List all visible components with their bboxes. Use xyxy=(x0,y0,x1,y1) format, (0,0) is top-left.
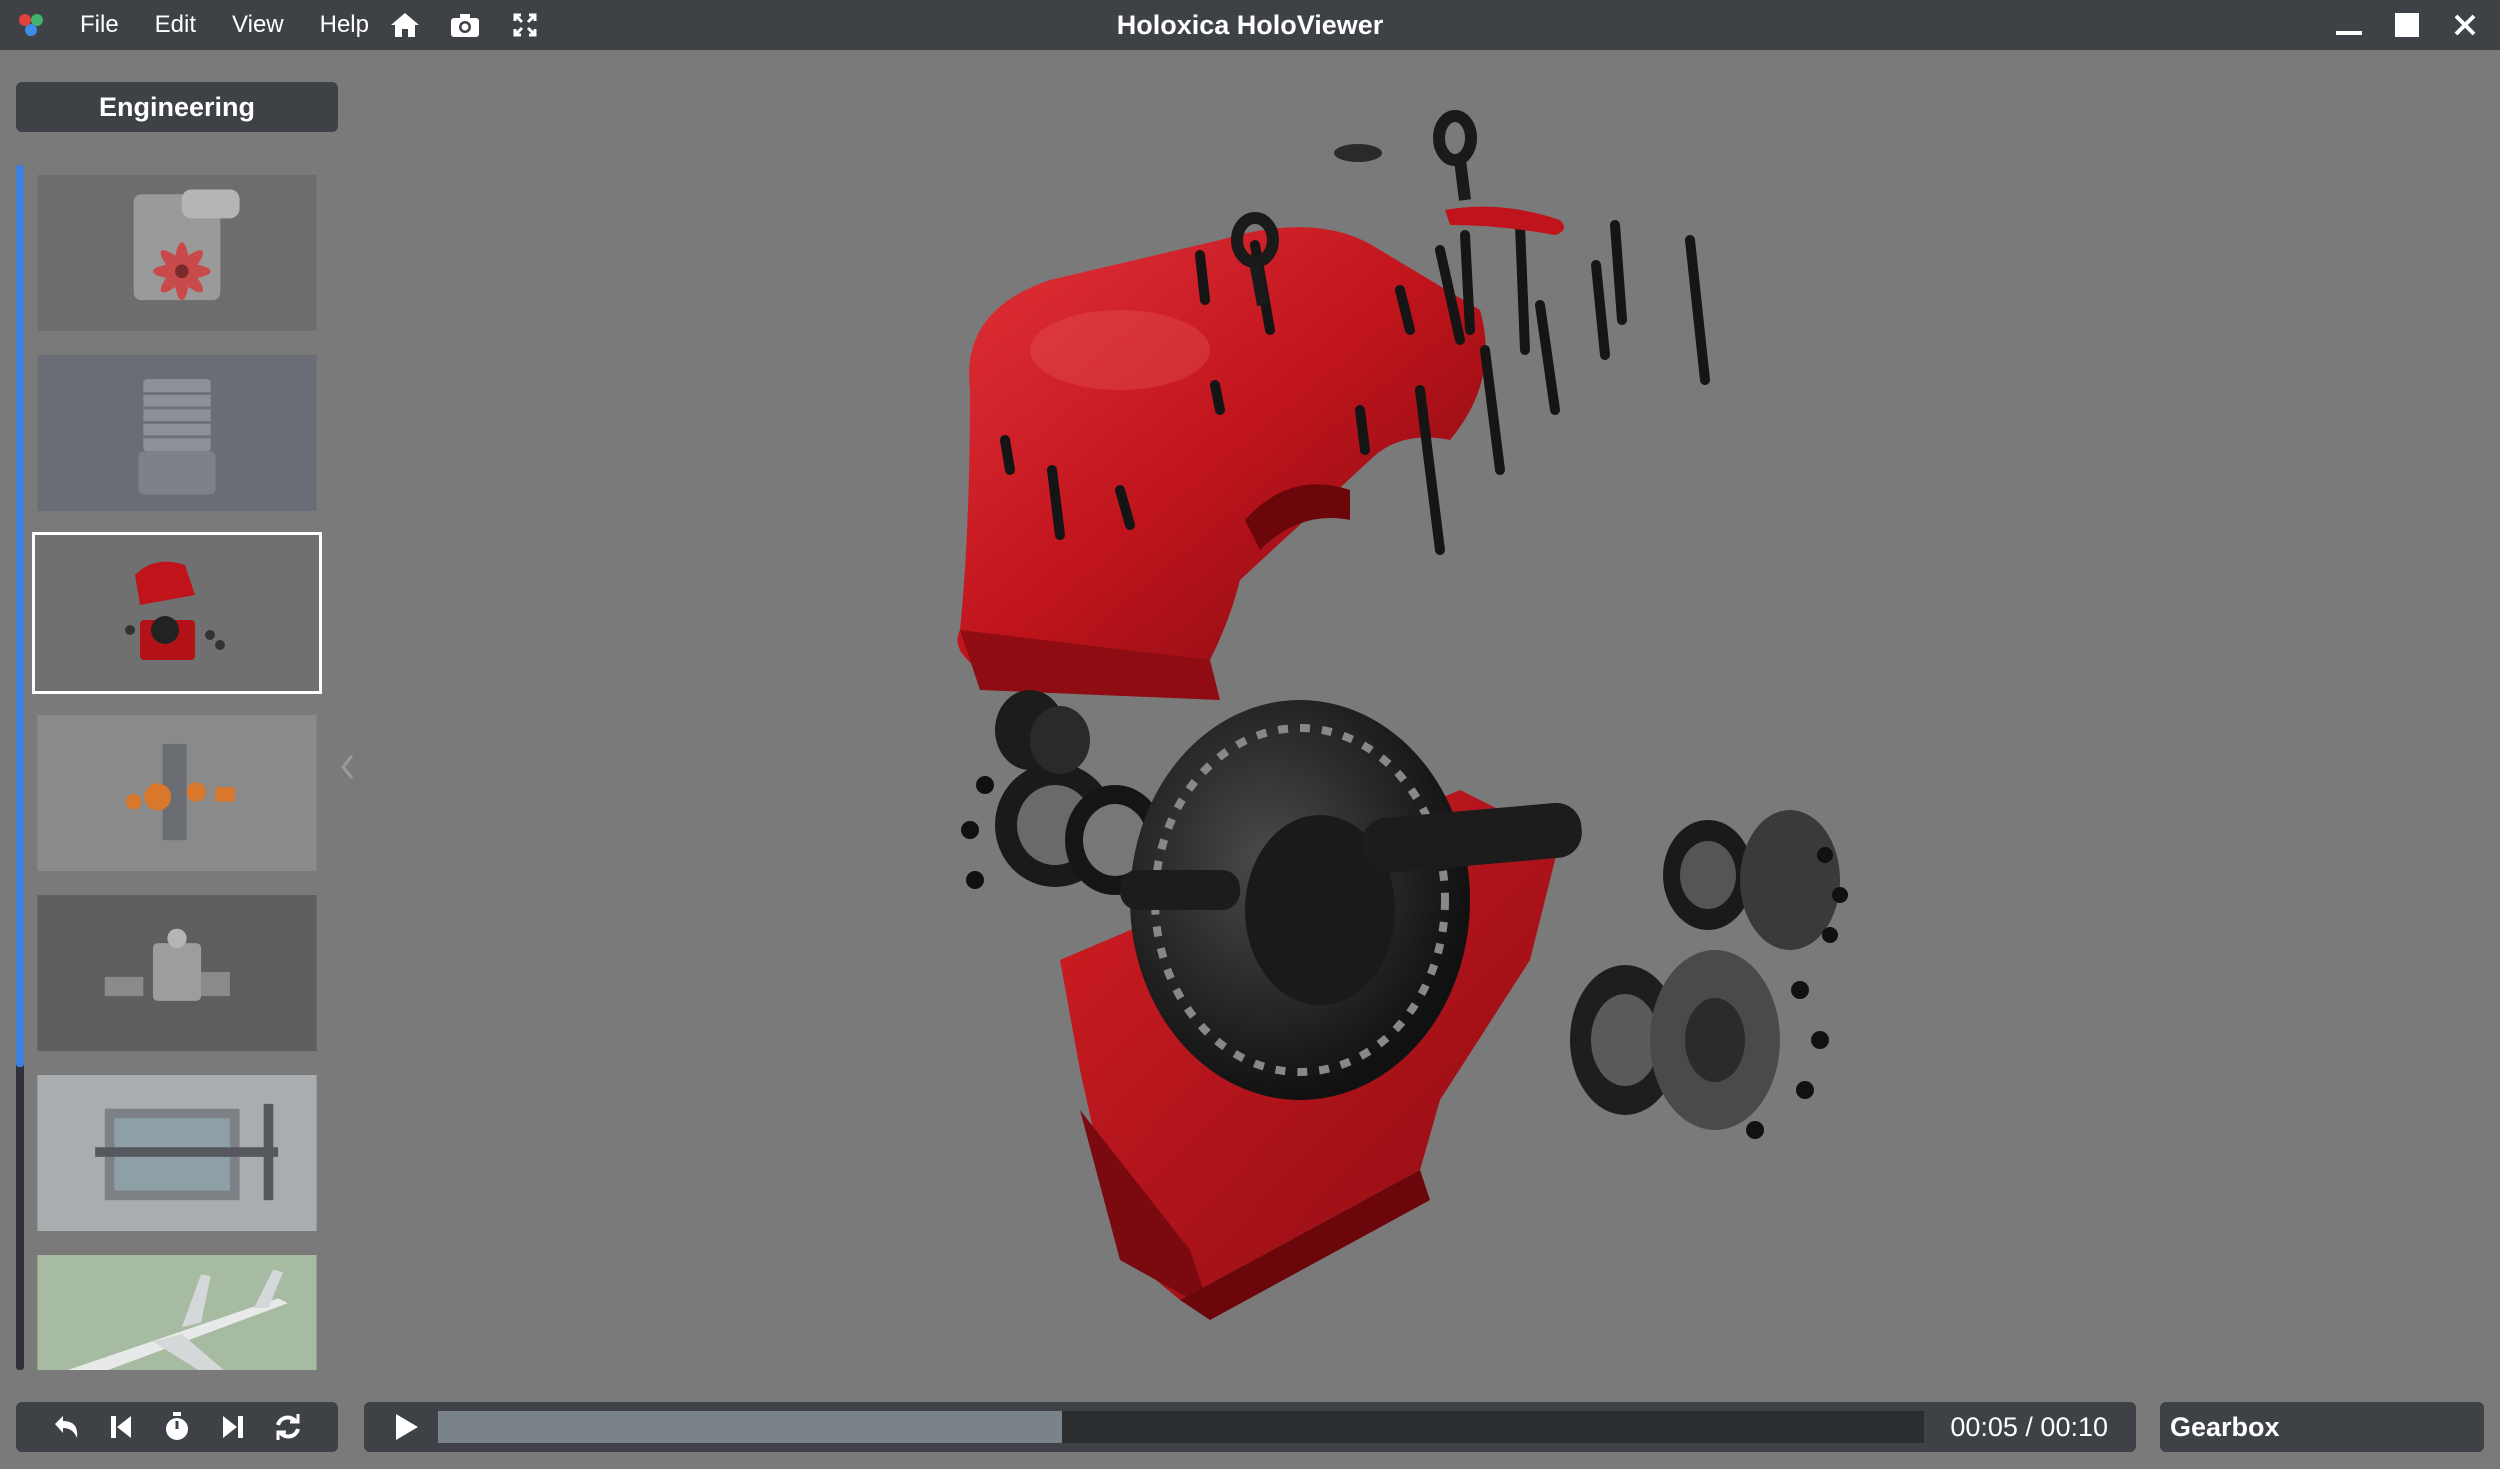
cutaway-machine-image xyxy=(37,1075,317,1231)
close-icon[interactable] xyxy=(2450,10,2480,40)
menu-help[interactable]: Help xyxy=(302,0,387,50)
model-name-label: Gearbox xyxy=(2160,1402,2484,1452)
thumbnail-scrollbar-thumb[interactable] xyxy=(16,165,24,1067)
model-thumbnail-list xyxy=(32,172,324,1370)
thumbnail-cutaway-machine[interactable] xyxy=(32,1072,322,1234)
gearbox-model[interactable] xyxy=(360,50,2500,1390)
engine-fan-image xyxy=(37,175,317,331)
maximize-icon[interactable] xyxy=(2392,10,2422,40)
orange-assembly-image xyxy=(37,715,317,871)
menu-view[interactable]: View xyxy=(214,0,302,50)
menu-file[interactable]: File xyxy=(62,0,137,50)
time-readout: 00:05 / 00:10 xyxy=(1950,1412,2108,1442)
menu-bar: File Edit View Help xyxy=(62,0,387,50)
undo-icon[interactable] xyxy=(49,1410,83,1444)
thumbnail-engine-fan[interactable] xyxy=(32,172,322,334)
right-end-caps xyxy=(1570,810,1840,1130)
thumbnail-orange-assembly[interactable] xyxy=(32,712,322,874)
window-controls xyxy=(2334,10,2480,40)
category-button[interactable]: Engineering xyxy=(16,82,338,132)
app-logo-icon xyxy=(19,14,43,36)
title-bar: File Edit View Help Holoxica HoloViewer xyxy=(0,0,2500,50)
chevron-left-icon[interactable] xyxy=(338,752,358,782)
fullscreen-icon[interactable] xyxy=(508,8,542,42)
3d-viewport[interactable] xyxy=(360,50,2500,1390)
skip-back-icon[interactable] xyxy=(104,1410,138,1444)
menu-edit[interactable]: Edit xyxy=(137,0,214,50)
cap-bolt xyxy=(1334,144,1382,162)
play-icon[interactable] xyxy=(388,1410,422,1444)
airliner-image xyxy=(37,1255,317,1370)
progress-slider[interactable] xyxy=(438,1411,1924,1443)
cylinder-engine-image xyxy=(37,355,317,511)
gearbox-thumbnail-image xyxy=(35,535,319,691)
refresh-icon[interactable] xyxy=(271,1410,305,1444)
progress-fill xyxy=(438,1411,1063,1443)
skip-forward-icon[interactable] xyxy=(216,1410,250,1444)
thumbnail-gearbox[interactable] xyxy=(32,532,322,694)
home-icon[interactable] xyxy=(388,8,422,42)
thumbnail-cylinder-engine[interactable] xyxy=(32,352,322,514)
thumbnail-mechanical-assembly[interactable] xyxy=(32,892,322,1054)
stopwatch-icon[interactable] xyxy=(160,1410,194,1444)
toolbar xyxy=(388,8,542,42)
playback-controls xyxy=(16,1402,338,1452)
timeline-bar: 00:05 / 00:10 xyxy=(364,1402,2136,1452)
minimize-icon[interactable] xyxy=(2334,10,2364,40)
mechanical-assembly-image xyxy=(37,895,317,1051)
camera-icon[interactable] xyxy=(448,8,482,42)
thumbnail-airliner[interactable] xyxy=(32,1252,322,1370)
